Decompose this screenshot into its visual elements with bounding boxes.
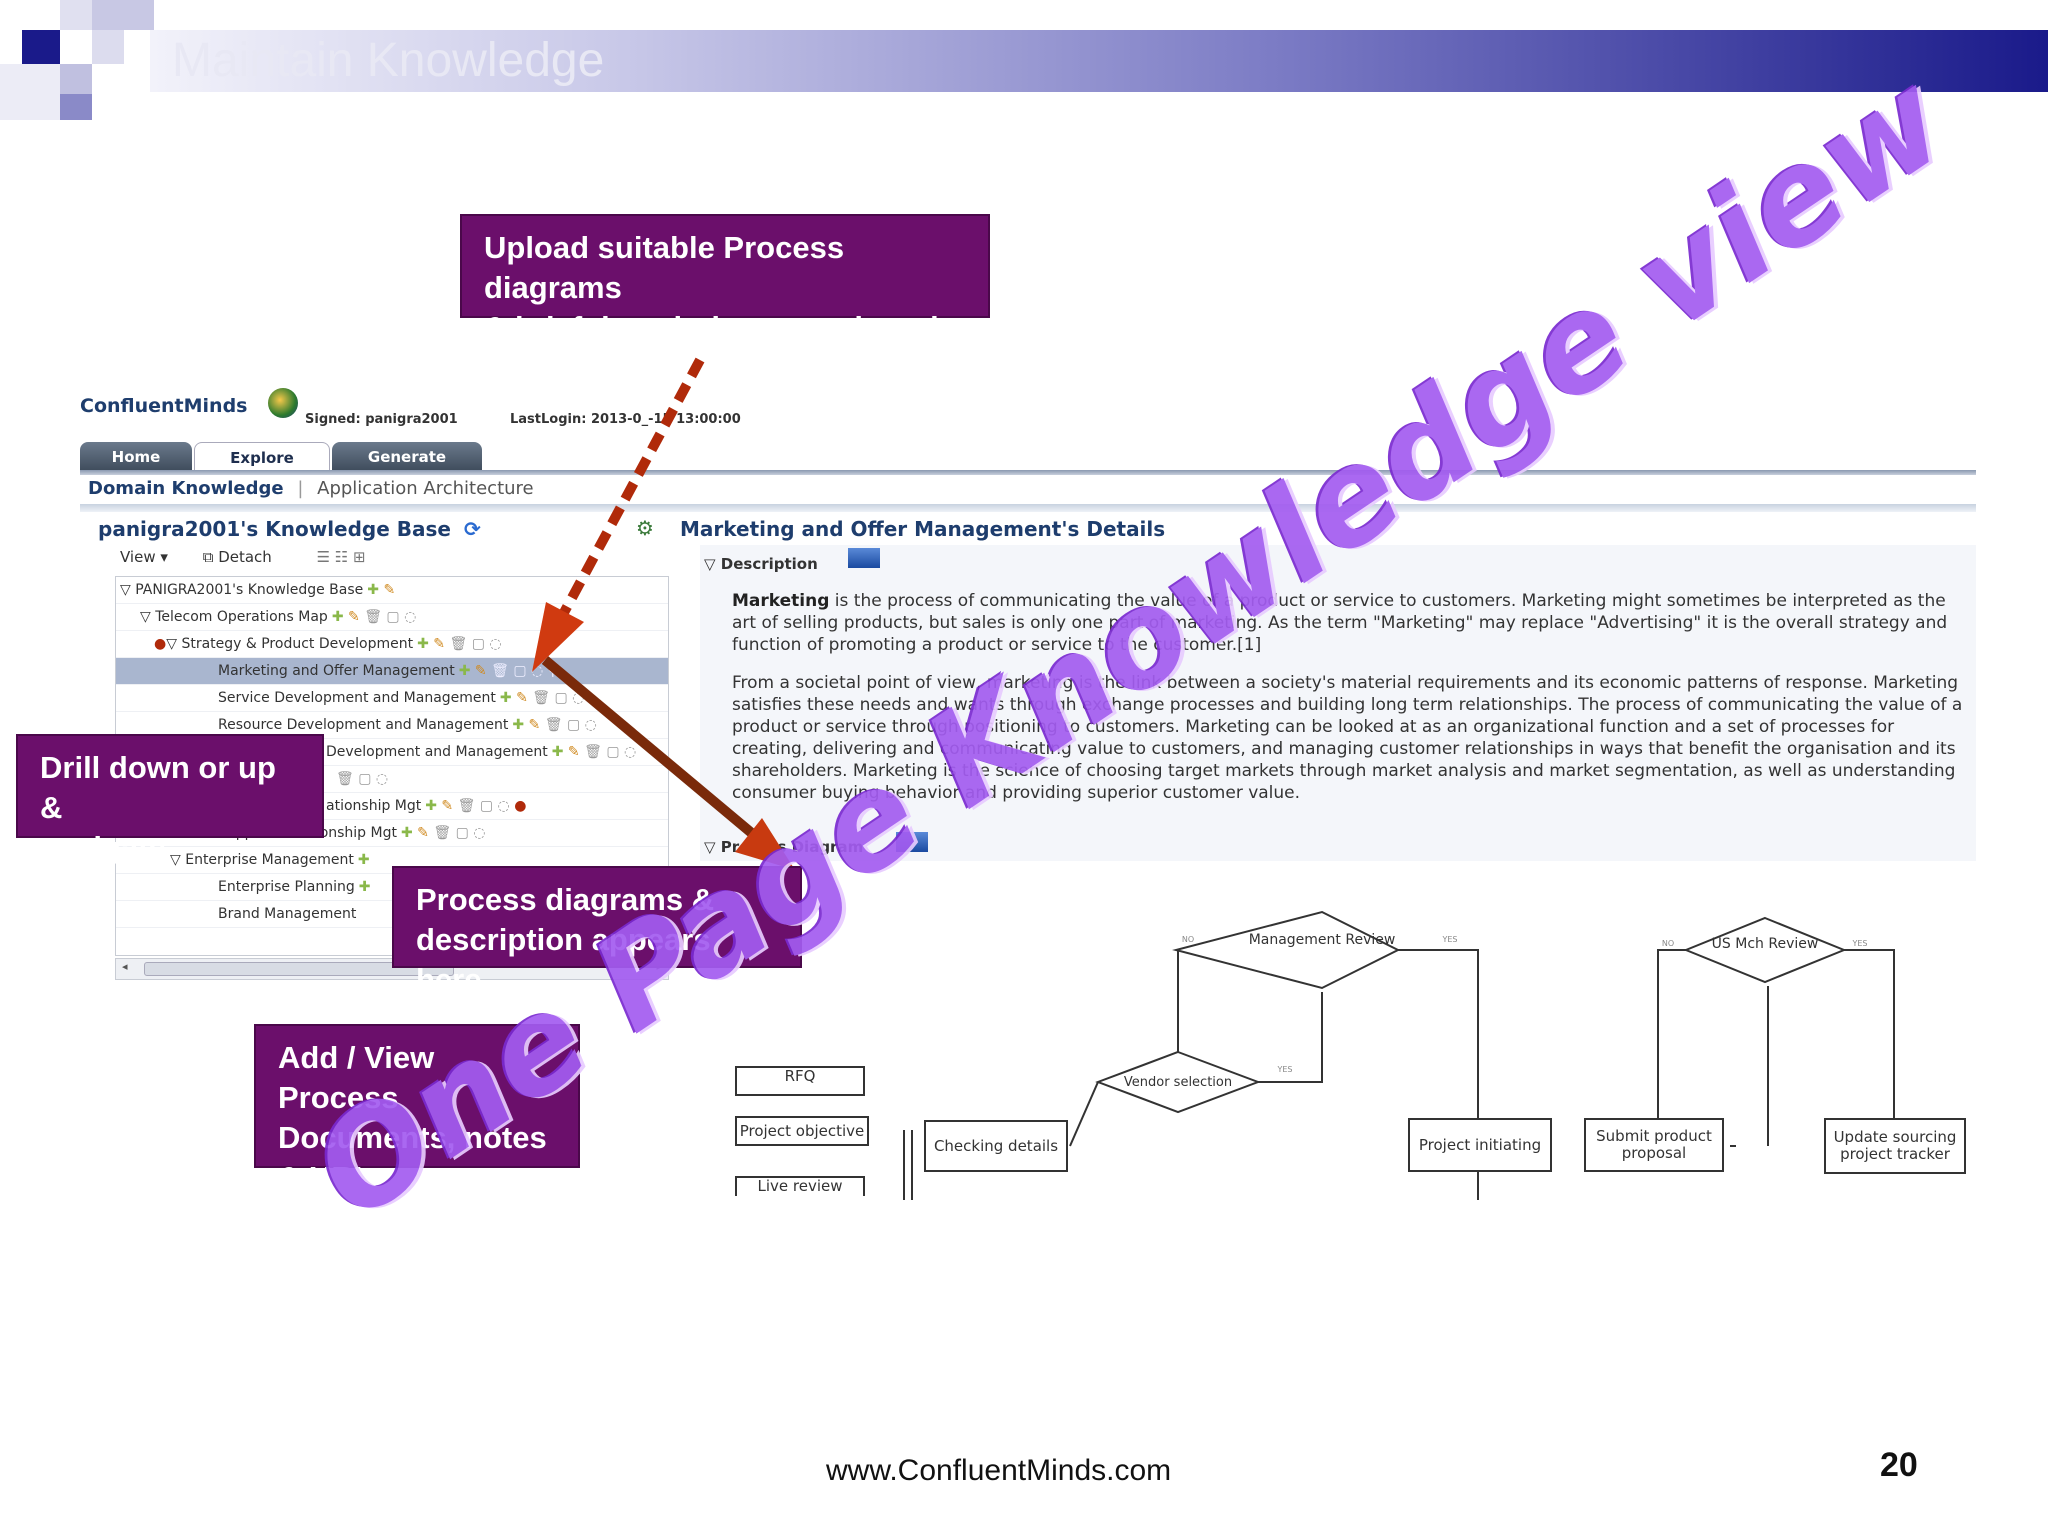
- callout-drill-line-2: navigate: [40, 830, 166, 865]
- callout-upload-line-1: Upload suitable Process diagrams: [484, 230, 845, 305]
- callout-upload: Upload suitable Process diagrams & brief…: [460, 214, 990, 345]
- page-number: 20: [1880, 1446, 1918, 1484]
- footer-url[interactable]: www.ConfluentMinds.com: [826, 1454, 1171, 1488]
- slide: Maintain Knowledge ConfluentMinds Signed…: [0, 0, 2048, 1536]
- arrow-upload-to-node: [555, 357, 705, 623]
- arrowhead-upload: [532, 602, 584, 672]
- arrow-node-to-diagram: [541, 656, 764, 844]
- callout-drill-line-1: Drill down or up &: [40, 750, 276, 825]
- callout-upload-line-2: & brief description at each node: [484, 310, 956, 345]
- callout-drill: Drill down or up & navigate: [16, 734, 324, 865]
